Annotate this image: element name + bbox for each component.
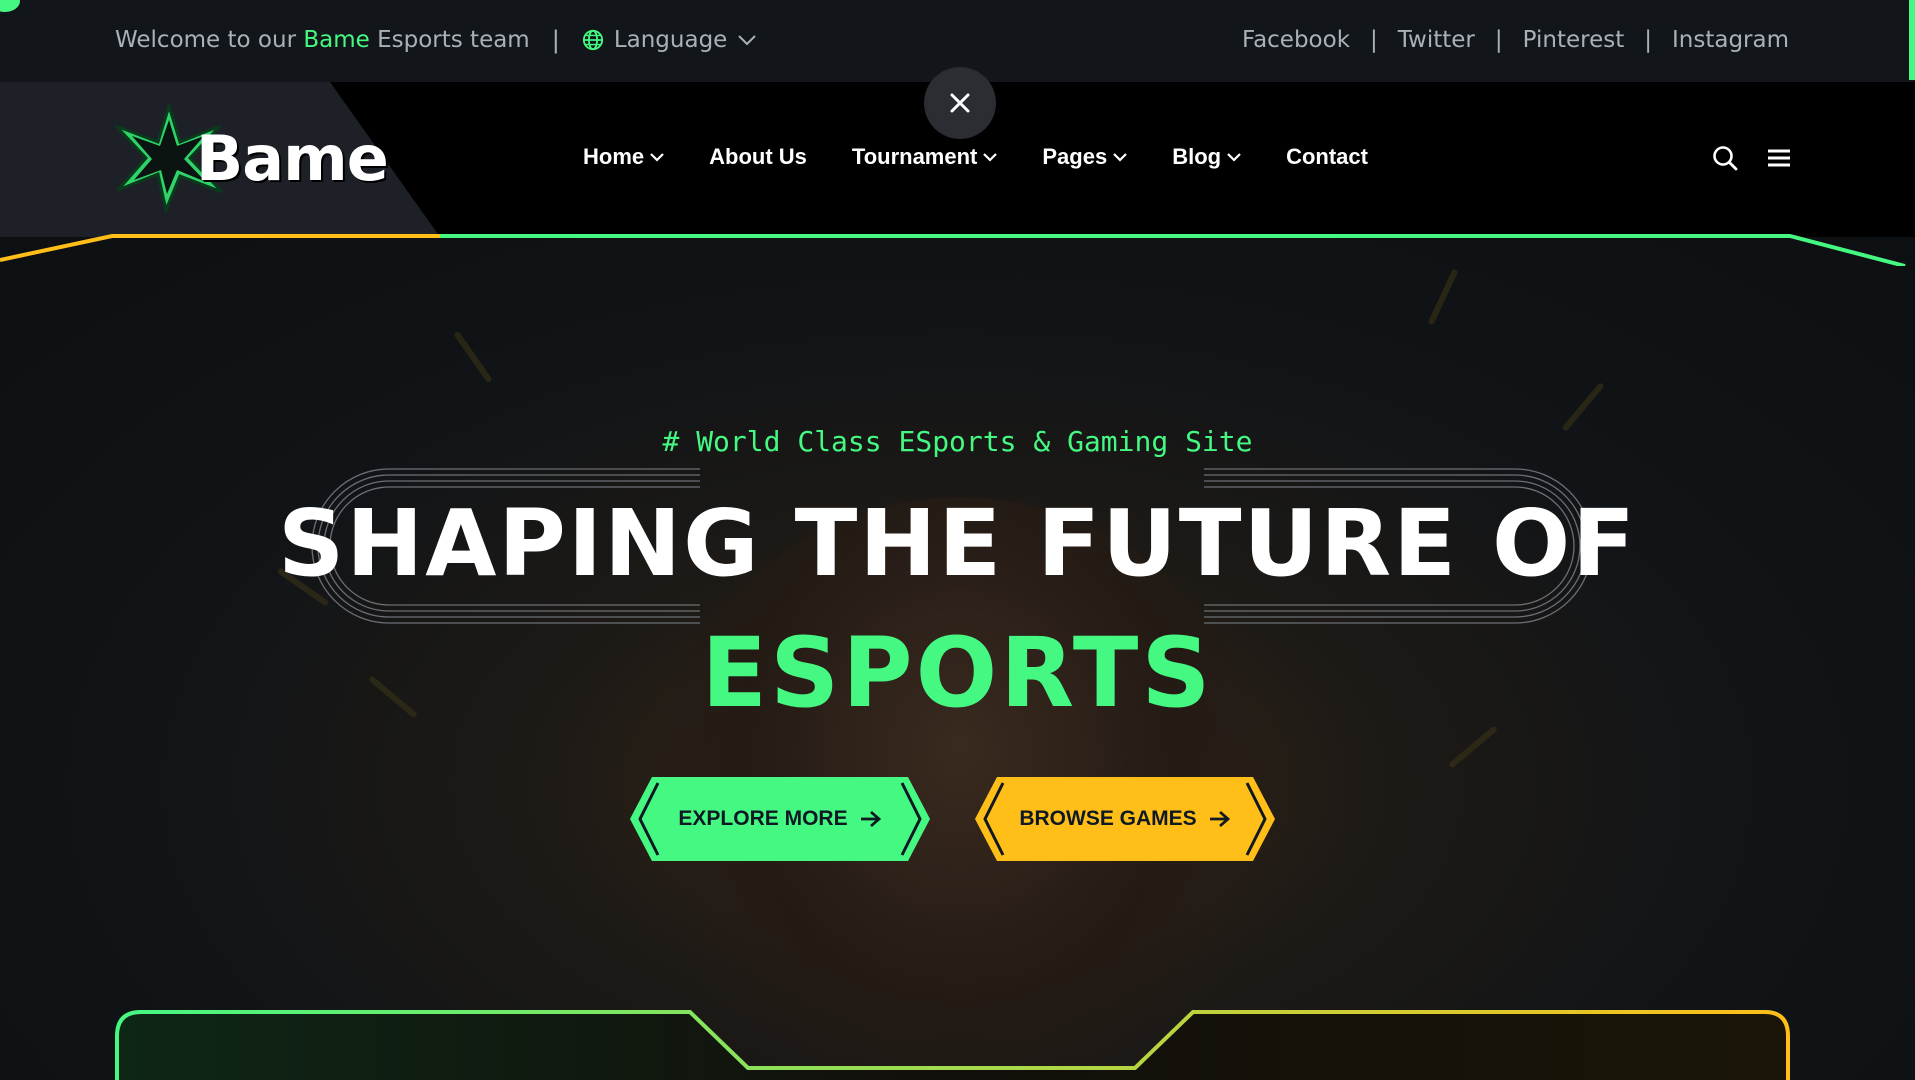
chevron-down-icon bbox=[1113, 153, 1127, 162]
chevron-down-icon bbox=[1227, 153, 1241, 162]
light-streak bbox=[453, 330, 493, 384]
light-streak bbox=[1448, 725, 1498, 769]
corner-dot bbox=[0, 0, 20, 12]
button-label: BROWSE GAMES bbox=[1019, 807, 1197, 830]
explore-more-button[interactable]: EXPLORE MORE bbox=[630, 777, 930, 861]
social-link-twitter[interactable]: Twitter bbox=[1398, 27, 1475, 53]
logo-text: Bame bbox=[196, 121, 389, 195]
header-actions bbox=[1711, 144, 1793, 172]
browse-games-button[interactable]: BROWSE GAMES bbox=[975, 777, 1275, 861]
language-selector[interactable]: Language bbox=[582, 27, 758, 53]
chevron-down-icon bbox=[983, 153, 998, 162]
nav-item-label: Tournament bbox=[851, 144, 978, 169]
welcome-prefix: Welcome to our bbox=[115, 27, 297, 53]
nav-item-label: About Us bbox=[709, 144, 807, 169]
hero-title: SHAPING THE FUTURE OF bbox=[277, 490, 1638, 597]
divider: | bbox=[1494, 27, 1503, 53]
social-links: Facebook | Twitter | Pinterest | Instagr… bbox=[1242, 27, 1789, 53]
welcome-suffix: Esports team bbox=[377, 27, 530, 53]
nav-item-home[interactable]: Home bbox=[583, 144, 664, 170]
arrow-right-icon bbox=[1209, 810, 1230, 828]
social-link-facebook[interactable]: Facebook bbox=[1242, 27, 1350, 53]
right-edge-accent bbox=[1909, 0, 1915, 80]
divider: | bbox=[1644, 27, 1652, 53]
arrow-right-icon bbox=[860, 810, 881, 828]
nav-item-label: Blog bbox=[1172, 144, 1222, 169]
nav-item-pages[interactable]: Pages bbox=[1042, 144, 1127, 170]
main-nav: Home About Us Tournament Pages Blog Cont… bbox=[583, 144, 1413, 170]
close-icon bbox=[950, 93, 970, 113]
page: Welcome to our Bame Esports team | Langu… bbox=[0, 0, 1915, 1080]
nav-item-tournament[interactable]: Tournament bbox=[851, 144, 998, 170]
close-button[interactable] bbox=[924, 67, 996, 139]
chevron-down-icon bbox=[738, 35, 757, 46]
globe-icon bbox=[582, 29, 603, 51]
search-icon[interactable] bbox=[1711, 144, 1739, 172]
nav-item-label: Pages bbox=[1042, 144, 1108, 169]
nav-item-label: Contact bbox=[1286, 144, 1368, 169]
social-link-pinterest[interactable]: Pinterest bbox=[1523, 27, 1625, 53]
nav-item-about[interactable]: About Us bbox=[709, 144, 807, 170]
bottom-feature-card bbox=[115, 1010, 1790, 1080]
site-logo[interactable]: Bame bbox=[114, 104, 389, 212]
welcome-brand: Bame bbox=[303, 27, 370, 53]
divider: | bbox=[1370, 27, 1378, 53]
menu-icon[interactable] bbox=[1765, 144, 1793, 172]
nav-item-label: Home bbox=[583, 144, 645, 169]
hero-title-highlight: ESPORTS bbox=[701, 617, 1214, 729]
header-accent-line bbox=[0, 234, 1906, 266]
nav-item-contact[interactable]: Contact bbox=[1286, 144, 1368, 170]
light-streak bbox=[1427, 268, 1459, 326]
main-header: Bame Home About Us Tournament Pages Blog bbox=[0, 67, 1915, 237]
button-label: EXPLORE MORE bbox=[678, 807, 848, 830]
hero-tagline: # World Class ESports & Gaming Site bbox=[662, 425, 1253, 458]
chevron-down-icon bbox=[650, 153, 664, 162]
welcome-message: Welcome to our Bame Esports team | Langu… bbox=[115, 26, 757, 54]
language-label: Language bbox=[613, 27, 728, 53]
nav-item-blog[interactable]: Blog bbox=[1172, 144, 1241, 170]
divider: | bbox=[551, 26, 560, 54]
social-link-instagram[interactable]: Instagram bbox=[1672, 27, 1789, 53]
